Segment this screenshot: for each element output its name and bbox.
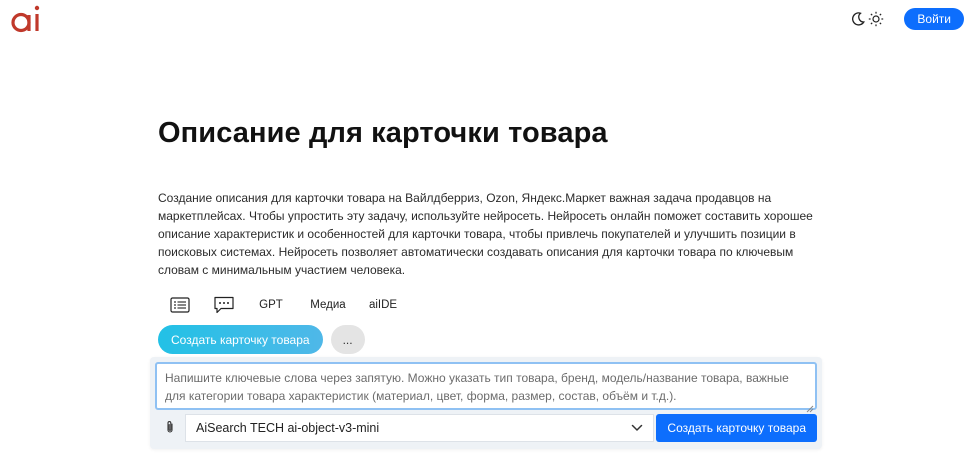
- tab-gpt[interactable]: GPT: [246, 299, 296, 311]
- moon-icon[interactable]: [850, 11, 866, 27]
- logo[interactable]: [10, 3, 42, 35]
- page-title: Описание для карточки товара: [158, 117, 608, 149]
- resize-grip-icon[interactable]: [806, 400, 814, 413]
- header-actions: Войти: [850, 8, 964, 30]
- paperclip-icon: [165, 420, 175, 437]
- chevron-down-icon: [631, 424, 643, 432]
- login-button[interactable]: Войти: [904, 8, 964, 30]
- theme-toggle[interactable]: [850, 11, 884, 27]
- keywords-input[interactable]: [155, 362, 817, 410]
- model-select-value: AiSearch TECH ai-object-v3-mini: [196, 421, 380, 435]
- tab-aiide[interactable]: aiIDE: [360, 299, 406, 311]
- sun-icon[interactable]: [868, 11, 884, 27]
- list-icon: [170, 297, 190, 313]
- composer: AiSearch TECH ai-object-v3-mini Создать …: [150, 357, 822, 449]
- tab-list[interactable]: [158, 297, 202, 313]
- create-card-submit-button[interactable]: Создать карточку товара: [656, 414, 817, 442]
- action-row: Создать карточку товара ...: [158, 325, 365, 354]
- tab-media[interactable]: Медиа: [296, 299, 360, 311]
- mode-tabs: GPT Медиа aiIDE: [158, 292, 406, 318]
- model-select[interactable]: AiSearch TECH ai-object-v3-mini: [185, 414, 655, 442]
- create-card-pill-button[interactable]: Создать карточку товара: [158, 325, 323, 354]
- attach-button[interactable]: [155, 414, 185, 442]
- composer-toolbar: AiSearch TECH ai-object-v3-mini Создать …: [155, 414, 817, 442]
- chat-icon: [213, 296, 235, 314]
- page-description: Создание описания для карточки товара на…: [158, 191, 813, 277]
- tab-chat[interactable]: [202, 296, 246, 314]
- more-options-button[interactable]: ...: [330, 325, 365, 354]
